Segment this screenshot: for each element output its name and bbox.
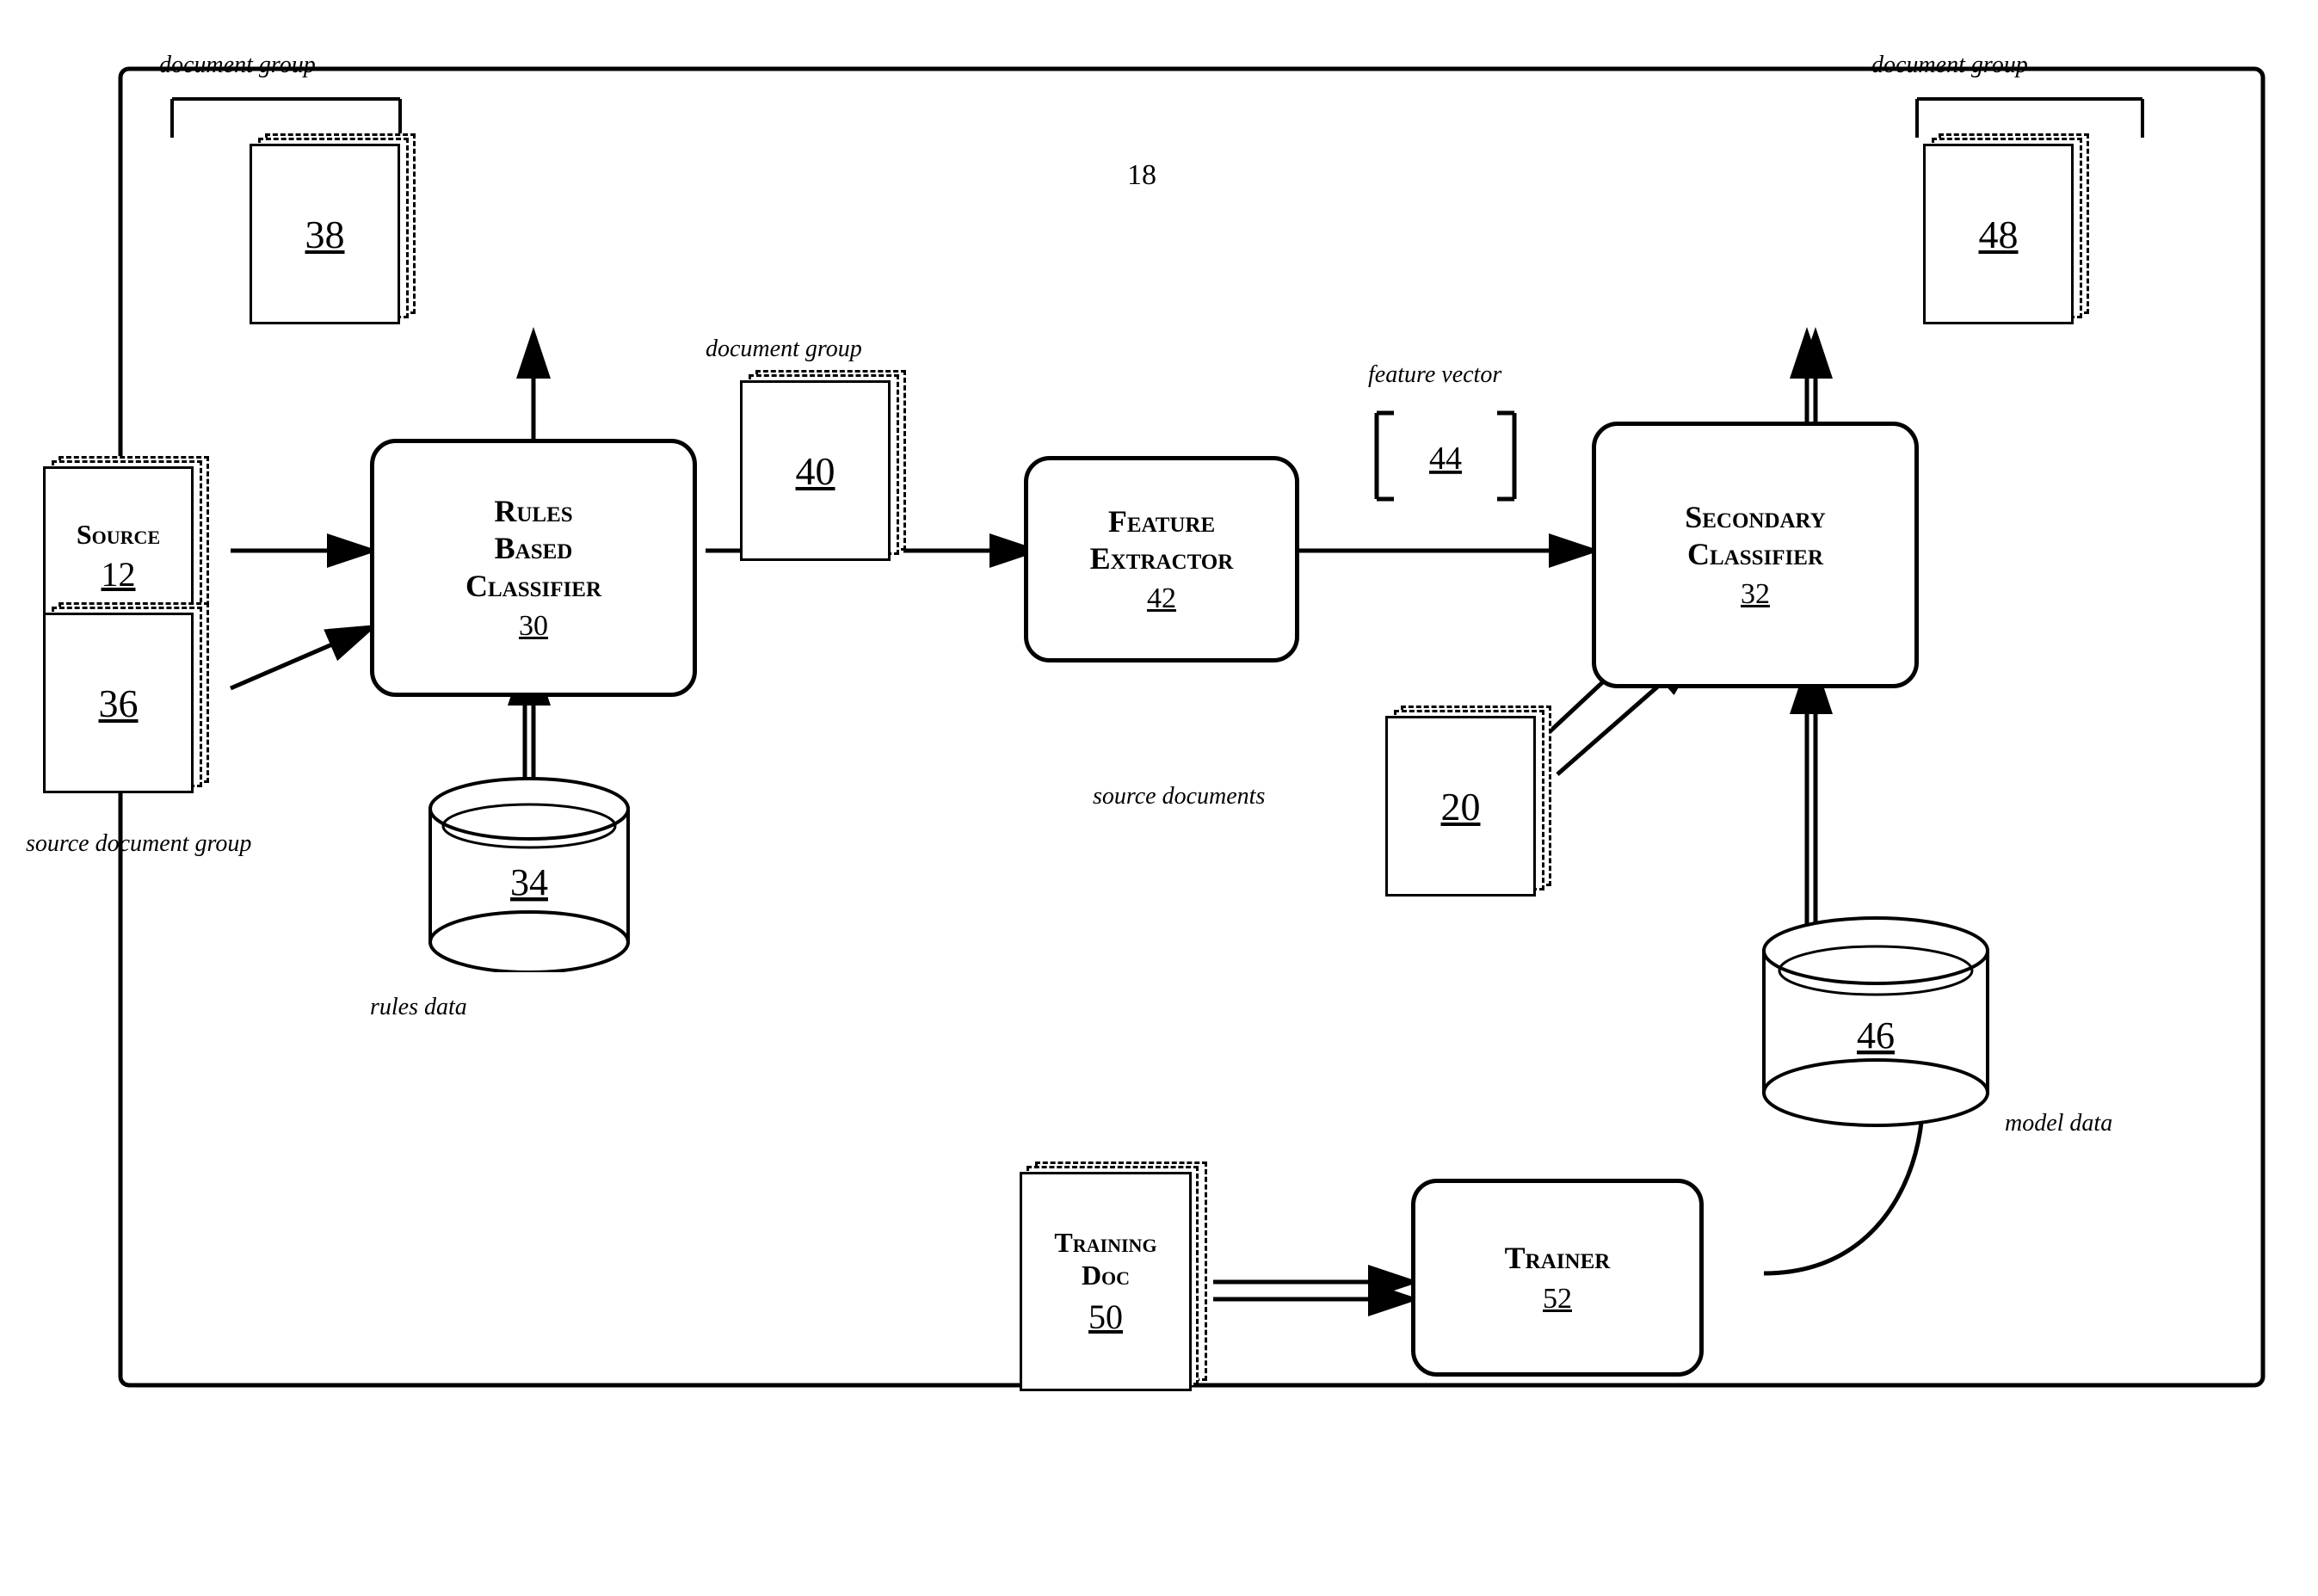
box-secondary-classifier: SecondaryClassifier 32	[1592, 422, 1919, 688]
feature-extractor-number: 42	[1147, 582, 1176, 615]
label-source-documents: source documents	[1093, 783, 1265, 810]
trainer-number: 52	[1543, 1283, 1572, 1316]
label-model-data: model data	[2005, 1110, 2112, 1137]
label-source-doc-group: source document group	[26, 830, 251, 858]
trainer-title: Trainer	[1505, 1240, 1611, 1277]
doc-38-number: 38	[305, 212, 345, 257]
label-18: 18	[1127, 159, 1156, 192]
source-12-number: 12	[102, 554, 136, 595]
svg-text:34: 34	[510, 861, 548, 903]
doc-stack-40: 40	[740, 370, 912, 568]
cylinder-34: 34	[422, 774, 637, 972]
doc-36-number: 36	[99, 681, 139, 726]
box-feature-extractor: FeatureExtractor 42	[1024, 456, 1299, 662]
doc-training-50: TrainingDoc 50	[1020, 1162, 1218, 1394]
svg-text:44: 44	[1429, 441, 1462, 477]
doc-40-number: 40	[796, 448, 835, 494]
doc-20-number: 20	[1441, 784, 1481, 829]
box-rules-classifier: RulesBasedClassifier 30	[370, 439, 697, 697]
doc-stack-38: 38	[250, 133, 422, 331]
doc-stack-20: 20	[1385, 706, 1557, 903]
source-12-title: Source	[77, 519, 160, 551]
label-doc-group-top-right: document group	[1871, 52, 2028, 79]
doc-stack-36: 36	[43, 602, 215, 800]
secondary-classifier-number: 32	[1741, 578, 1770, 611]
doc-48-number: 48	[1979, 212, 2019, 257]
label-doc-group-middle: document group	[706, 336, 862, 363]
label-doc-group-top-left: document group	[159, 52, 316, 79]
rules-classifier-number: 30	[519, 610, 548, 643]
feature-extractor-title: FeatureExtractor	[1090, 503, 1234, 577]
svg-text:46: 46	[1857, 1014, 1895, 1057]
secondary-classifier-title: SecondaryClassifier	[1685, 499, 1826, 573]
rules-classifier-title: RulesBasedClassifier	[465, 493, 601, 605]
training-doc-title: TrainingDoc	[1054, 1226, 1156, 1292]
diagram: document group document group 18 38 48 S…	[0, 0, 2318, 1596]
label-rules-data: rules data	[370, 994, 467, 1021]
label-feature-vector: feature vector	[1368, 361, 1501, 389]
cylinder-46: 46	[1755, 912, 1996, 1136]
doc-stack-48: 48	[1923, 133, 2095, 331]
box-trainer: Trainer 52	[1411, 1179, 1704, 1377]
feature-vector-bracket: 44	[1368, 404, 1523, 508]
training-doc-number: 50	[1088, 1297, 1123, 1337]
